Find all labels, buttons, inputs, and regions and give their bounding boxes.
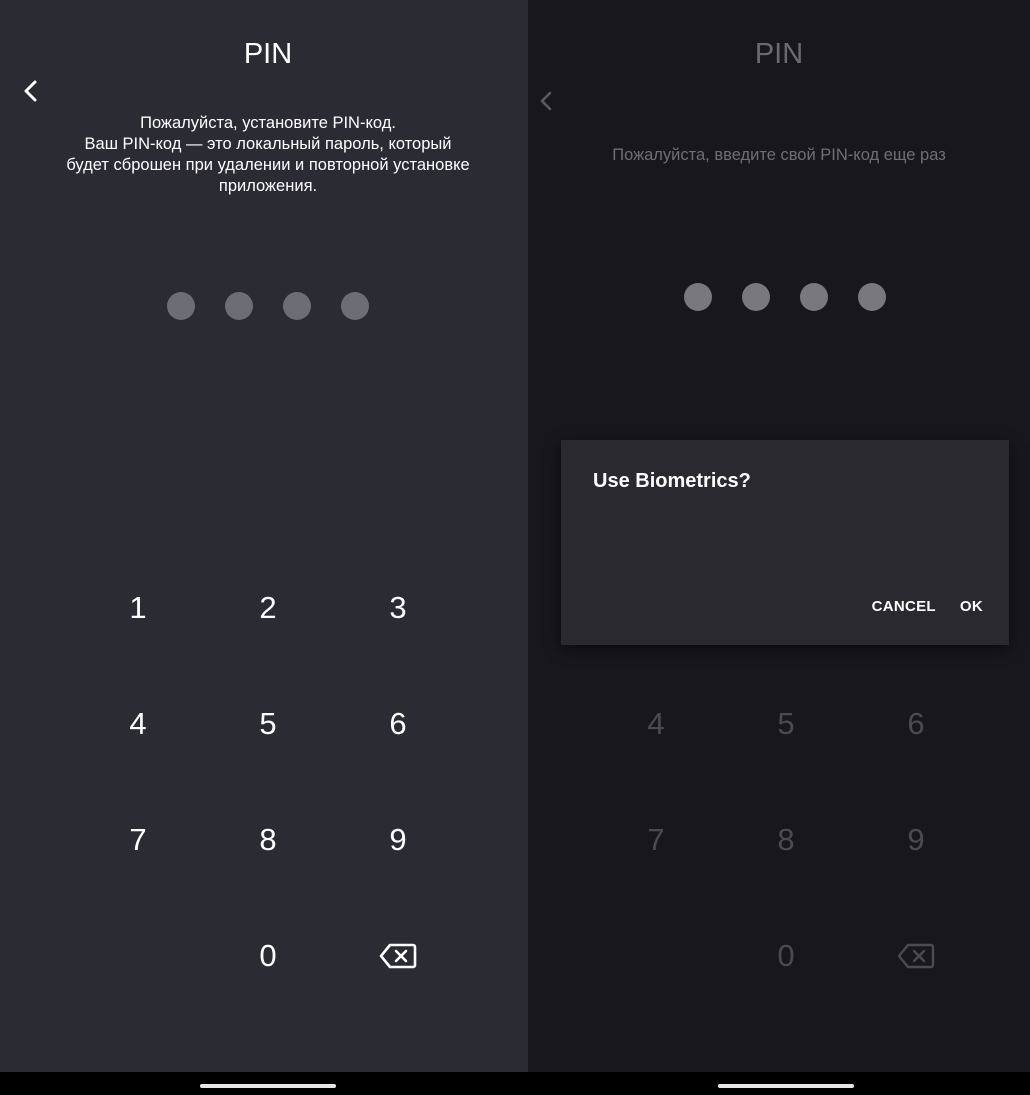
key-9[interactable]: 9 bbox=[333, 782, 463, 898]
dialog-actions: CANCEL OK bbox=[860, 590, 995, 623]
pin-confirm-content: PIN Пожалуйста, введите свой PIN-код еще… bbox=[528, 10, 1030, 1072]
pin-dot bbox=[225, 292, 253, 320]
key-4[interactable]: 4 bbox=[591, 666, 721, 782]
back-button[interactable] bbox=[534, 88, 560, 114]
biometrics-dialog: Use Biometrics? CANCEL OK bbox=[561, 440, 1009, 645]
description-line: приложения. bbox=[218, 177, 318, 195]
page-title: PIN bbox=[243, 38, 293, 70]
delete-button[interactable] bbox=[851, 898, 981, 1014]
description-line: будет сброшен при удалении и повторной у… bbox=[66, 156, 470, 174]
key-2[interactable]: 2 bbox=[203, 550, 333, 666]
back-button[interactable] bbox=[18, 78, 44, 104]
pin-setup-content: PIN Пожалуйста, установите PIN-код. Ваш … bbox=[8, 10, 528, 1072]
description-line: Пожалуйста, установите PIN-код. bbox=[140, 114, 396, 132]
pin-setup-description: Пожалуйста, установите PIN-код. Ваш PIN-… bbox=[8, 113, 528, 197]
pin-confirm-description: Пожалуйста, введите свой PIN-код еще раз bbox=[612, 146, 946, 164]
key-7[interactable]: 7 bbox=[73, 782, 203, 898]
home-indicator[interactable] bbox=[200, 1084, 336, 1088]
pin-setup-screen: PIN Пожалуйста, установите PIN-код. Ваш … bbox=[0, 0, 528, 1095]
key-8[interactable]: 8 bbox=[203, 782, 333, 898]
key-1[interactable]: 1 bbox=[73, 550, 203, 666]
pin-dot bbox=[684, 283, 712, 311]
pin-dot bbox=[858, 283, 886, 311]
key-6[interactable]: 6 bbox=[333, 666, 463, 782]
key-6[interactable]: 6 bbox=[851, 666, 981, 782]
key-5[interactable]: 5 bbox=[721, 666, 851, 782]
page-title: PIN bbox=[754, 38, 804, 70]
ok-button[interactable]: OK bbox=[948, 590, 995, 623]
key-7[interactable]: 7 bbox=[591, 782, 721, 898]
key-8[interactable]: 8 bbox=[721, 782, 851, 898]
pin-dot bbox=[341, 292, 369, 320]
pin-dots bbox=[684, 283, 886, 311]
key-4[interactable]: 4 bbox=[73, 666, 203, 782]
backspace-icon bbox=[379, 943, 417, 969]
delete-button[interactable] bbox=[333, 898, 463, 1014]
key-5[interactable]: 5 bbox=[203, 666, 333, 782]
key-9[interactable]: 9 bbox=[851, 782, 981, 898]
numeric-keypad: 1 2 3 4 5 6 7 8 9 0 bbox=[73, 550, 463, 1014]
pin-dot bbox=[167, 292, 195, 320]
key-0[interactable]: 0 bbox=[203, 898, 333, 1014]
pin-dot bbox=[800, 283, 828, 311]
pin-dot bbox=[742, 283, 770, 311]
cancel-button[interactable]: CANCEL bbox=[860, 590, 948, 623]
pin-confirm-screen: PIN Пожалуйста, введите свой PIN-код еще… bbox=[528, 0, 1030, 1095]
backspace-icon bbox=[897, 943, 935, 969]
pin-dots bbox=[167, 292, 369, 320]
key-empty bbox=[73, 898, 203, 1014]
system-nav-bar bbox=[0, 1072, 528, 1095]
pin-dot bbox=[283, 292, 311, 320]
key-empty bbox=[591, 898, 721, 1014]
system-nav-bar bbox=[528, 1072, 1030, 1095]
chevron-left-icon bbox=[24, 80, 37, 102]
key-0[interactable]: 0 bbox=[721, 898, 851, 1014]
key-3[interactable]: 3 bbox=[333, 550, 463, 666]
home-indicator[interactable] bbox=[718, 1084, 854, 1088]
dialog-title: Use Biometrics? bbox=[593, 470, 751, 492]
description-line: Ваш PIN-код — это локальный пароль, кото… bbox=[84, 135, 452, 153]
chevron-left-icon bbox=[540, 91, 552, 111]
